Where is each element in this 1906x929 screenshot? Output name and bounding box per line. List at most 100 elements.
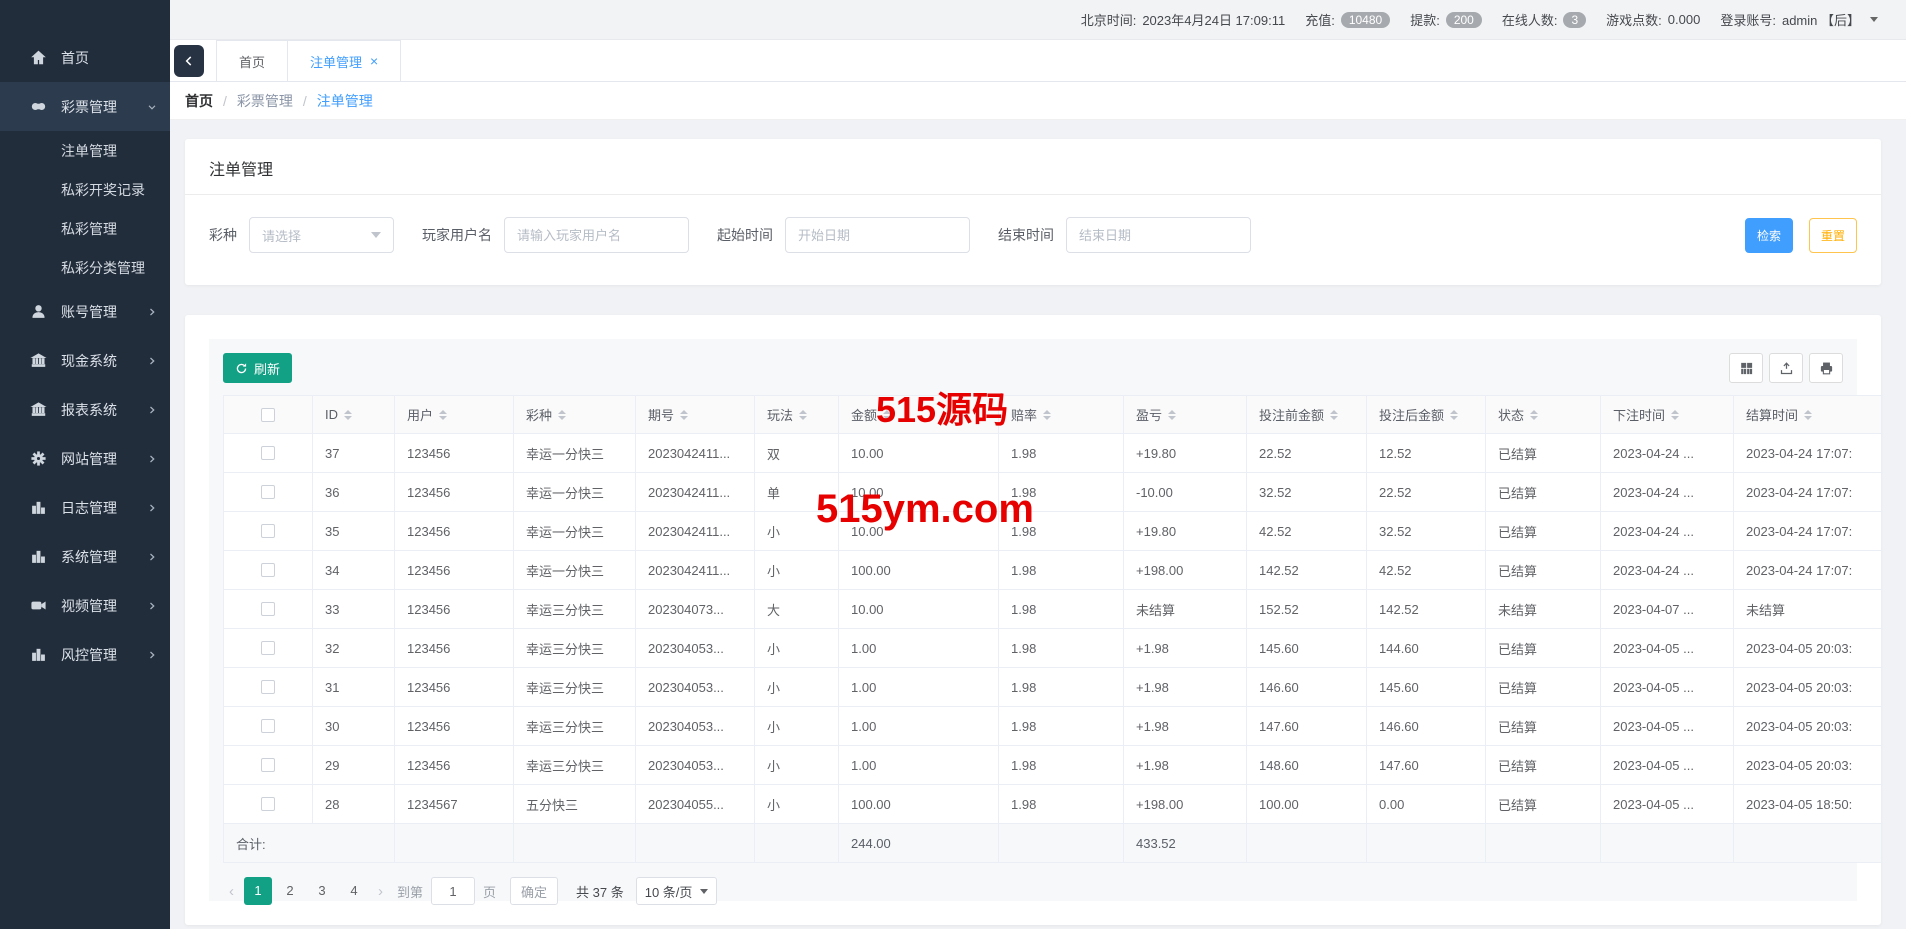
page-button-1[interactable]: 1 [244,877,272,905]
sidebar-item-log[interactable]: 日志管理 [0,483,170,532]
select-all-checkbox[interactable] [261,408,275,422]
account-menu[interactable]: 登录账号: admin 【后】 [1720,10,1878,29]
confirm-page-button[interactable]: 确定 [510,877,558,905]
column-header[interactable]: 彩种 [514,396,636,434]
per-page-select[interactable]: 10 条/页 [636,877,718,905]
sidebar-item-lottery[interactable]: 彩票管理 [0,82,170,131]
column-header[interactable]: ID [313,396,395,434]
row-checkbox-cell [224,629,313,668]
online-badge[interactable]: 3 [1563,12,1586,28]
sort-icon[interactable] [680,410,688,420]
breadcrumb-lottery[interactable]: 彩票管理 [237,91,293,111]
bar-chart-icon [30,646,47,663]
cell-status: 已结算 [1486,707,1601,746]
sort-icon[interactable] [558,410,566,420]
column-header[interactable]: 投注后金额 [1367,396,1486,434]
tab-home[interactable]: 首页 [216,40,288,81]
prev-page-button[interactable]: ‹ [223,883,240,900]
lottery-type-select[interactable]: 请选择 [249,217,394,253]
sort-icon[interactable] [799,410,807,420]
column-header[interactable]: 盈亏 [1124,396,1247,434]
bar-chart-icon [30,499,47,516]
sort-icon[interactable] [439,410,447,420]
sort-icon[interactable] [1804,410,1812,420]
sort-icon[interactable] [1043,410,1051,420]
cell-id: 33 [313,590,395,629]
sidebar-item-report[interactable]: 报表系统 [0,385,170,434]
breadcrumb-current[interactable]: 注单管理 [317,91,373,111]
tab-order-management[interactable]: 注单管理 × [287,40,401,81]
cell-play: 小 [755,746,839,785]
page-button-2[interactable]: 2 [276,877,304,905]
row-checkbox[interactable] [261,524,275,538]
row-checkbox[interactable] [261,680,275,694]
sidebar-item-video[interactable]: 视频管理 [0,581,170,630]
player-username-input[interactable] [504,217,689,253]
sort-icon[interactable] [1530,410,1538,420]
cell-amount: 1.00 [839,707,999,746]
recharge-badge[interactable]: 10480 [1341,12,1390,28]
refresh-button[interactable]: 刷新 [223,353,292,383]
total-count-label: 共 37 条 [576,882,624,901]
column-header-inner: 状态 [1498,405,1588,424]
column-header-inner: 投注前金额 [1259,405,1354,424]
cell-after: 32.52 [1367,512,1486,551]
row-checkbox[interactable] [261,797,275,811]
columns-toggle-button[interactable] [1729,353,1763,383]
column-header[interactable]: 结算时间 [1734,396,1882,434]
column-header[interactable]: 期号 [636,396,755,434]
print-button[interactable] [1809,353,1843,383]
column-header[interactable]: 下注时间 [1601,396,1734,434]
column-header[interactable]: 投注前金额 [1247,396,1367,434]
sort-icon[interactable] [1330,410,1338,420]
column-header[interactable]: 状态 [1486,396,1601,434]
page-button-4[interactable]: 4 [340,877,368,905]
sidebar-item-cash[interactable]: 现金系统 [0,336,170,385]
row-checkbox[interactable] [261,485,275,499]
next-page-button[interactable]: › [372,883,389,900]
sidebar-item-risk[interactable]: 风控管理 [0,630,170,679]
row-checkbox[interactable] [261,719,275,733]
column-header[interactable]: 赔率 [999,396,1124,434]
cell-amount: 10.00 [839,512,999,551]
sort-icon[interactable] [1450,410,1458,420]
sidebar-item-site[interactable]: 网站管理 [0,434,170,483]
breadcrumb-home[interactable]: 首页 [185,91,213,111]
sidebar-subitem-私彩管理[interactable]: 私彩管理 [0,209,170,248]
chevron-right-icon [146,453,158,465]
sidebar-subitem-私彩开奖记录[interactable]: 私彩开奖记录 [0,170,170,209]
sidebar: 首页彩票管理注单管理私彩开奖记录私彩管理私彩分类管理账号管理现金系统报表系统网站… [0,0,170,929]
column-header[interactable]: 玩法 [755,396,839,434]
sidebar-item-system[interactable]: 系统管理 [0,532,170,581]
time-value: 2023年4月24日 17:09:11 [1142,10,1285,29]
sidebar-subitem-私彩分类管理[interactable]: 私彩分类管理 [0,248,170,287]
column-header[interactable]: 金额 [839,396,999,434]
export-button[interactable] [1769,353,1803,383]
sidebar-item-account[interactable]: 账号管理 [0,287,170,336]
row-checkbox[interactable] [261,641,275,655]
sort-icon[interactable] [344,410,352,420]
search-button[interactable]: 检索 [1745,218,1793,253]
page-button-3[interactable]: 3 [308,877,336,905]
row-checkbox[interactable] [261,758,275,772]
page-word-label: 页 [483,882,496,901]
reset-button[interactable]: 重置 [1809,218,1857,253]
cell-profit: +198.00 [1124,551,1247,590]
end-date-input[interactable] [1066,217,1251,253]
close-icon[interactable]: × [370,53,378,69]
goto-page-input[interactable] [431,877,475,905]
withdraw-badge[interactable]: 200 [1446,12,1482,28]
column-header[interactable]: 用户 [395,396,514,434]
sort-icon[interactable] [883,410,891,420]
sort-icon[interactable] [1168,410,1176,420]
cell-user: 123456 [395,668,514,707]
sidebar-item-homepage[interactable]: 首页 [0,33,170,82]
cell-bet_time: 2023-04-24 ... [1601,512,1734,551]
row-checkbox[interactable] [261,602,275,616]
row-checkbox[interactable] [261,563,275,577]
sidebar-subitem-注单管理[interactable]: 注单管理 [0,131,170,170]
start-date-input[interactable] [785,217,970,253]
sort-icon[interactable] [1671,410,1679,420]
row-checkbox[interactable] [261,446,275,460]
sidebar-collapse-button[interactable] [174,45,204,77]
